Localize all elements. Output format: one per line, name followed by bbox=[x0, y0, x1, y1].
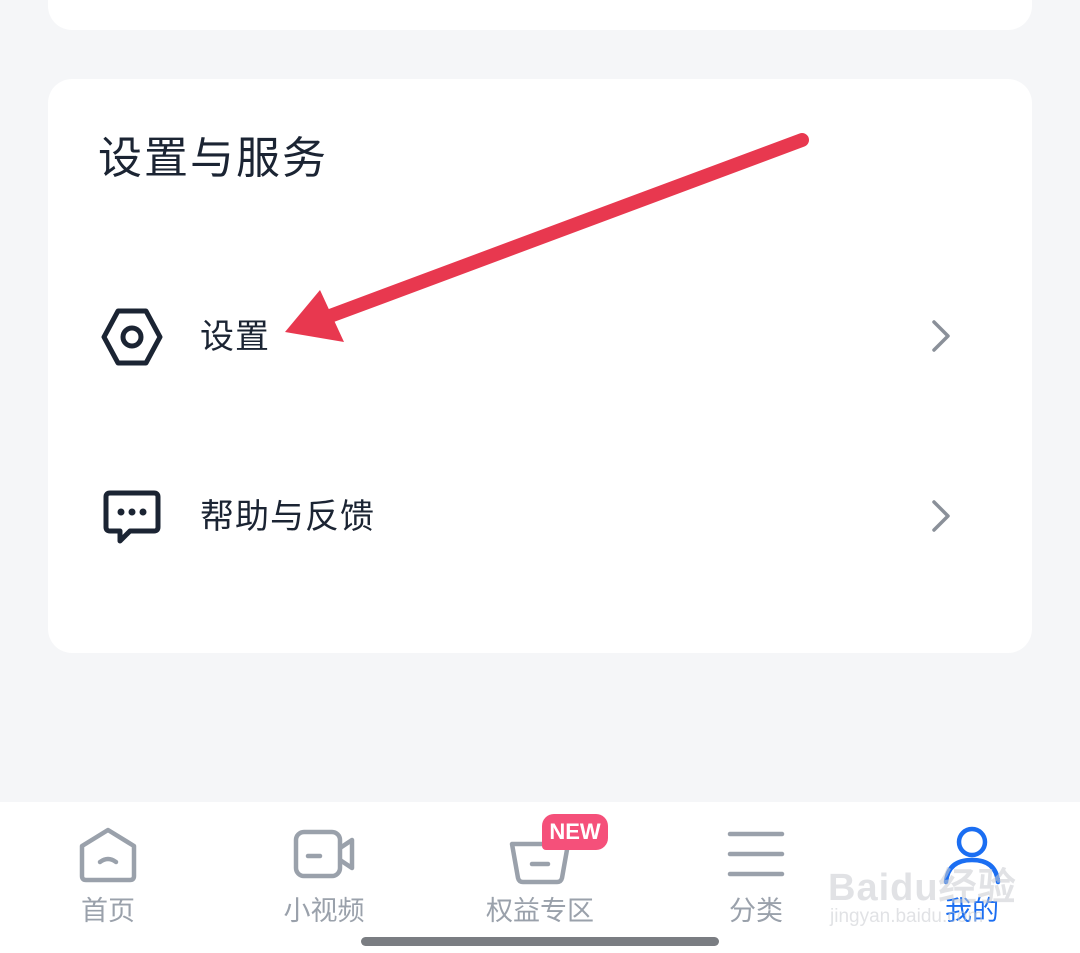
home-icon bbox=[79, 827, 137, 883]
menu-lines-icon bbox=[727, 831, 785, 877]
settings-row[interactable]: 设置 bbox=[48, 276, 1032, 396]
tab-benefits[interactable]: NEW 权益专区 bbox=[460, 802, 620, 953]
feedback-chat-icon bbox=[103, 490, 161, 544]
tab-label: 首页 bbox=[81, 896, 135, 927]
settings-services-card: 设置与服务 设置 帮助与反馈 bbox=[48, 79, 1032, 653]
settings-hexagon-icon bbox=[101, 308, 163, 366]
new-badge: NEW bbox=[542, 814, 608, 850]
baidu-watermark: Baidu经验 jingyan.baidu.com bbox=[828, 836, 1028, 936]
tab-label: 小视频 bbox=[283, 896, 365, 927]
tab-label: 分类 bbox=[729, 896, 783, 927]
settings-label: 设置 bbox=[200, 317, 270, 357]
tab-short-video[interactable]: 小视频 bbox=[244, 802, 404, 953]
help-feedback-label: 帮助与反馈 bbox=[200, 497, 375, 537]
video-camera-icon bbox=[293, 829, 355, 879]
chevron-right-icon bbox=[932, 320, 950, 352]
watermark-sub: jingyan.baidu.com bbox=[830, 906, 984, 927]
tab-category[interactable]: 分类 bbox=[676, 802, 836, 953]
tab-home[interactable]: 首页 bbox=[28, 802, 188, 953]
chevron-right-icon bbox=[932, 500, 950, 532]
previous-card bbox=[48, 0, 1032, 30]
watermark-main: Baidu经验 bbox=[828, 867, 1017, 909]
help-feedback-row[interactable]: 帮助与反馈 bbox=[48, 456, 1032, 576]
section-title: 设置与服务 bbox=[98, 133, 328, 184]
tab-label: 权益专区 bbox=[486, 896, 594, 927]
home-indicator[interactable] bbox=[361, 937, 719, 946]
